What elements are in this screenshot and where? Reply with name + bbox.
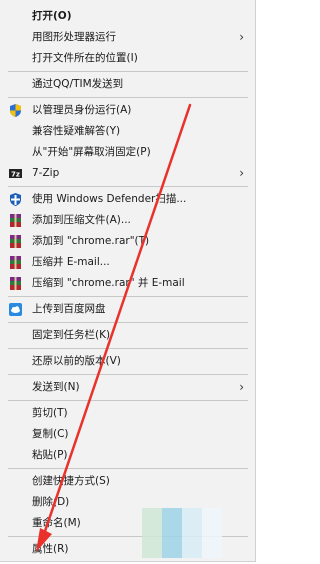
menu-item-label: 添加到压缩文件(A)... <box>32 214 131 226</box>
menu-separator <box>8 468 248 469</box>
menu-item-label: 打开(O) <box>32 10 72 22</box>
menu-item-defender-scan[interactable]: 使用 Windows Defender扫描... <box>0 189 254 210</box>
chevron-right-icon: › <box>239 380 244 394</box>
menu-item-upload-baidu[interactable]: 上传到百度网盘 <box>0 299 254 320</box>
menu-item-create-shortcut[interactable]: 创建快捷方式(S) <box>0 471 254 492</box>
menu-item-label: 7-Zip <box>32 167 60 179</box>
menu-item-label: 压缩并 E-mail... <box>32 256 110 268</box>
menu-item-label: 从"开始"屏幕取消固定(P) <box>32 146 151 158</box>
menu-item-send-to[interactable]: 发送到(N) › <box>0 377 254 398</box>
menu-item-add-to-chrome-rar[interactable]: 添加到 "chrome.rar"(T) <box>0 231 254 252</box>
menu-item-add-to-archive[interactable]: 添加到压缩文件(A)... <box>0 210 254 231</box>
watermark-block <box>162 508 182 558</box>
menu-separator <box>8 296 248 297</box>
menu-item-label: 固定到任务栏(K) <box>32 329 111 341</box>
7zip-icon: 7z <box>8 166 23 181</box>
watermark-block <box>182 508 202 558</box>
menu-separator <box>8 71 248 72</box>
menu-item-run-as-admin[interactable]: 以管理员身份运行(A) <box>0 100 254 121</box>
menu-separator <box>8 186 248 187</box>
defender-icon <box>8 192 23 207</box>
menu-item-pin-taskbar[interactable]: 固定到任务栏(K) <box>0 325 254 346</box>
menu-separator <box>8 348 248 349</box>
menu-item-label: 删除(D) <box>32 496 70 508</box>
menu-item-troubleshoot-compat[interactable]: 兼容性疑难解答(Y) <box>0 121 254 142</box>
menu-item-restore-previous[interactable]: 还原以前的版本(V) <box>0 351 254 372</box>
watermark-block <box>202 508 222 558</box>
menu-separator <box>8 322 248 323</box>
menu-item-label: 属性(R) <box>32 543 69 555</box>
menu-item-copy[interactable]: 复制(C) <box>0 424 254 445</box>
chevron-right-icon: › <box>239 30 244 44</box>
menu-item-label: 用图形处理器运行 <box>32 31 116 43</box>
menu-item-label: 剪切(T) <box>32 407 68 419</box>
menu-item-cut[interactable]: 剪切(T) <box>0 403 254 424</box>
menu-item-label: 上传到百度网盘 <box>32 303 106 315</box>
menu-item-label: 压缩到 "chrome.rar" 并 E-mail <box>32 277 185 289</box>
menu-item-label: 使用 Windows Defender扫描... <box>32 193 187 205</box>
svg-text:7z: 7z <box>11 171 20 179</box>
menu-item-label: 复制(C) <box>32 428 69 440</box>
menu-item-label: 重命名(M) <box>32 517 81 529</box>
menu-item-7zip[interactable]: 7z 7-Zip › <box>0 163 254 184</box>
menu-item-open-file-location[interactable]: 打开文件所在的位置(I) <box>0 48 254 69</box>
winrar-icon <box>8 213 23 228</box>
menu-separator <box>8 97 248 98</box>
winrar-icon <box>8 255 23 270</box>
menu-item-label: 创建快捷方式(S) <box>32 475 110 487</box>
menu-separator <box>8 400 248 401</box>
menu-item-label: 以管理员身份运行(A) <box>32 104 132 116</box>
menu-item-paste[interactable]: 粘贴(P) <box>0 445 254 466</box>
shield-icon <box>8 103 23 118</box>
menu-separator <box>8 374 248 375</box>
menu-item-label: 兼容性疑难解答(Y) <box>32 125 121 137</box>
chevron-right-icon: › <box>239 166 244 180</box>
baidu-cloud-icon <box>8 302 23 317</box>
watermark-block <box>142 508 162 558</box>
winrar-icon <box>8 234 23 249</box>
menu-item-label: 还原以前的版本(V) <box>32 355 121 367</box>
menu-item-label: 添加到 "chrome.rar"(T) <box>32 235 150 247</box>
menu-item-label: 粘贴(P) <box>32 449 68 461</box>
menu-item-compress-chrome-rar-email[interactable]: 压缩到 "chrome.rar" 并 E-mail <box>0 273 254 294</box>
menu-item-unpin-start[interactable]: 从"开始"屏幕取消固定(P) <box>0 142 254 163</box>
menu-item-send-via-qq[interactable]: 通过QQ/TIM发送到 <box>0 74 254 95</box>
context-menu: 打开(O) 用图形处理器运行 › 打开文件所在的位置(I) 通过QQ/TIM发送… <box>0 0 256 562</box>
menu-item-compress-email[interactable]: 压缩并 E-mail... <box>0 252 254 273</box>
menu-item-label: 通过QQ/TIM发送到 <box>32 78 124 90</box>
menu-item-open[interactable]: 打开(O) <box>0 6 254 27</box>
menu-item-label: 打开文件所在的位置(I) <box>32 52 138 64</box>
menu-item-label: 发送到(N) <box>32 381 80 393</box>
menu-item-run-with-gpu[interactable]: 用图形处理器运行 › <box>0 27 254 48</box>
winrar-icon <box>8 276 23 291</box>
